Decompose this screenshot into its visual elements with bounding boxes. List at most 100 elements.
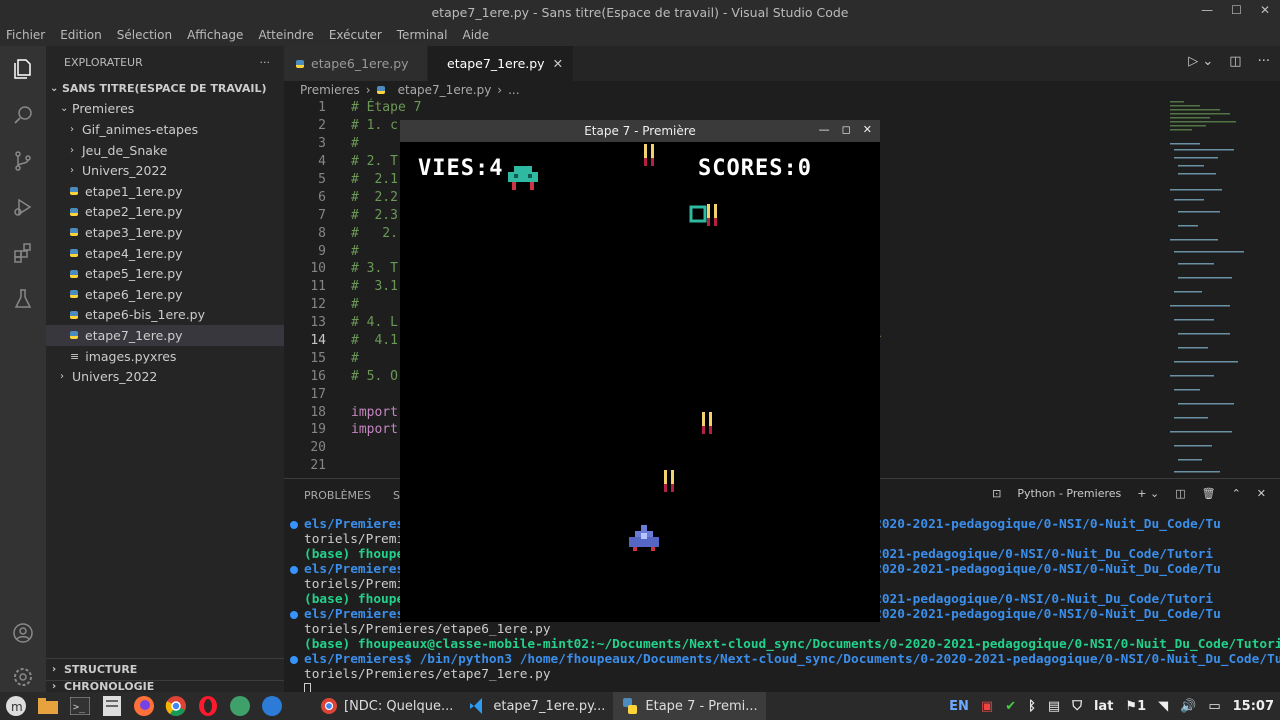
extensions-icon[interactable] xyxy=(0,230,46,276)
network-icon[interactable]: ◥ xyxy=(1158,699,1168,714)
terminal-name[interactable]: Python - Premieres xyxy=(1017,487,1121,500)
opera-icon[interactable] xyxy=(196,694,220,718)
tab-problems[interactable]: PROBLÈMES xyxy=(304,489,371,502)
tree-label: etape5_1ere.py xyxy=(85,266,183,282)
task-game[interactable]: Etape 7 - Premi... xyxy=(613,692,766,720)
keyboard-lang[interactable]: EN xyxy=(949,699,969,714)
tree-file[interactable]: etape6_1ere.py xyxy=(46,284,284,305)
firefox-icon[interactable] xyxy=(132,694,156,718)
chronologie-section[interactable]: › CHRONOLOGIE xyxy=(46,680,284,692)
folder-premieres[interactable]: ⌄ Premieres xyxy=(46,99,284,120)
split-terminal-icon[interactable]: ◫ xyxy=(1175,487,1185,500)
maximize-icon[interactable]: ◻ xyxy=(842,123,851,136)
menu-item[interactable]: Edition xyxy=(60,28,102,42)
minimize-icon[interactable]: — xyxy=(819,123,830,136)
folder-univers[interactable]: › Univers_2022 xyxy=(46,366,284,387)
mint-menu-icon[interactable]: m xyxy=(4,694,28,718)
run-debug-icon[interactable] xyxy=(0,184,46,230)
task-vscode[interactable]: etape7_1ere.py... xyxy=(461,692,613,720)
structure-section[interactable]: › STRUCTURE xyxy=(46,658,284,680)
menu-item[interactable]: Aide xyxy=(462,28,489,42)
player-ship xyxy=(629,525,659,551)
python-file-icon xyxy=(70,269,78,278)
split-editor-icon[interactable]: ◫ xyxy=(1229,54,1241,69)
breadcrumb-folder[interactable]: Premieres xyxy=(300,83,360,97)
task-chrome[interactable]: [NDC: Quelque... xyxy=(312,692,461,720)
game-window[interactable]: Etape 7 - Première — ◻ ✕ VIES:4 SCORES:0 xyxy=(400,120,880,622)
maximize-panel-icon[interactable]: ⌃ xyxy=(1232,487,1241,500)
more-actions-icon[interactable]: ··· xyxy=(1258,54,1270,69)
keyboard-layout[interactable]: lat xyxy=(1094,699,1113,714)
line-number: 5 xyxy=(318,172,326,187)
chrome-icon[interactable] xyxy=(164,694,188,718)
tree-label: etape3_1ere.py xyxy=(85,224,183,240)
game-title: Etape 7 - Première xyxy=(584,124,696,138)
code-text: # 4.1 xyxy=(351,333,398,349)
text-editor-icon[interactable] xyxy=(100,694,124,718)
chevron-right-icon: › xyxy=(70,165,74,177)
terminal-app-icon[interactable]: >_ xyxy=(68,694,92,718)
new-terminal-icon[interactable]: + ⌄ xyxy=(1137,487,1159,500)
tree-file[interactable]: etape2_1ere.py xyxy=(46,202,284,223)
line-number: 18 xyxy=(310,404,326,420)
tree-file[interactable]: etape7_1ere.py xyxy=(46,325,284,346)
minimize-icon[interactable]: — xyxy=(1201,3,1213,17)
tree-file[interactable]: etape5_1ere.py xyxy=(46,263,284,284)
explorer-sidebar: EXPLORATEUR ··· ⌄ SANS TITRE(ESPACE DE T… xyxy=(46,46,284,692)
line-number: 9 xyxy=(318,243,326,259)
close-icon[interactable]: ✕ xyxy=(1260,3,1270,17)
menu-item[interactable]: Terminal xyxy=(397,28,448,42)
shield-icon[interactable]: ⛉ xyxy=(1072,699,1082,714)
menu-item[interactable]: Atteindre xyxy=(258,28,313,42)
trash-icon[interactable]: 🗑 xyxy=(1202,487,1216,500)
breadcrumb-more[interactable]: ... xyxy=(508,83,519,97)
tree-folder[interactable]: › Jeu_de_Snake xyxy=(46,140,284,161)
clipboard-icon[interactable]: ▤ xyxy=(1048,699,1060,714)
tree-file[interactable]: etape6-bis_1ere.py xyxy=(46,305,284,326)
workspace-root[interactable]: ⌄ SANS TITRE(ESPACE DE TRAVAIL) xyxy=(46,78,284,99)
code-text: # Étape 7 xyxy=(351,100,422,116)
tree-folder[interactable]: › Univers_2022 xyxy=(46,160,284,181)
testing-flask-icon[interactable] xyxy=(0,276,46,322)
search-icon[interactable] xyxy=(0,92,46,138)
folder-icon[interactable] xyxy=(36,694,60,718)
account-icon[interactable] xyxy=(0,610,46,656)
menu-item[interactable]: Exécuter xyxy=(329,28,382,42)
volume-icon[interactable]: 🔊 xyxy=(1180,699,1196,714)
menu-item[interactable]: Affichage xyxy=(187,28,243,42)
run-file-icon[interactable]: ▷ ⌄ xyxy=(1188,54,1213,69)
close-tab-icon[interactable]: ✕ xyxy=(553,56,563,71)
command-status-dot[interactable] xyxy=(290,566,298,574)
app-green-icon[interactable] xyxy=(228,694,252,718)
camera-icon[interactable]: ▣ xyxy=(981,699,993,714)
tree-file[interactable]: ≡ images.pyxres xyxy=(46,346,284,367)
user-badge[interactable]: ⚑1 xyxy=(1125,699,1146,714)
source-control-icon[interactable] xyxy=(0,138,46,184)
command-status-dot[interactable] xyxy=(290,521,298,529)
bluetooth-icon[interactable]: ᛒ xyxy=(1028,699,1036,714)
command-status-dot[interactable] xyxy=(290,656,298,664)
check-icon[interactable]: ✔ xyxy=(1005,699,1016,714)
tab-etape7[interactable]: etape7_1ere.py ✕ xyxy=(428,46,574,81)
tree-file[interactable]: etape1_1ere.py xyxy=(46,181,284,202)
command-status-dot[interactable] xyxy=(290,611,298,619)
game-canvas xyxy=(508,144,717,551)
menu-item[interactable]: Sélection xyxy=(117,28,172,42)
menu-item[interactable]: Fichier xyxy=(6,28,45,42)
workspace-label: SANS TITRE(ESPACE DE TRAVAIL) xyxy=(62,81,267,95)
tree-file[interactable]: etape4_1ere.py xyxy=(46,243,284,264)
explorer-icon[interactable] xyxy=(0,46,46,92)
tree-folder[interactable]: › Gif_animes-etapes xyxy=(46,119,284,140)
tab-etape6[interactable]: etape6_1ere.py xyxy=(284,46,428,81)
app-blue-icon[interactable] xyxy=(260,694,284,718)
more-actions-icon[interactable]: ··· xyxy=(260,56,271,69)
maximize-icon[interactable]: ☐ xyxy=(1231,3,1242,17)
minimap[interactable] xyxy=(1166,99,1272,477)
close-panel-icon[interactable]: ✕ xyxy=(1257,487,1266,500)
close-icon[interactable]: ✕ xyxy=(863,123,872,136)
battery-icon[interactable]: ▭ xyxy=(1208,699,1220,714)
tree-file[interactable]: etape3_1ere.py xyxy=(46,222,284,243)
bullet xyxy=(707,204,717,226)
user-count: 1 xyxy=(1137,698,1147,714)
breadcrumb-file[interactable]: etape7_1ere.py xyxy=(398,83,492,97)
